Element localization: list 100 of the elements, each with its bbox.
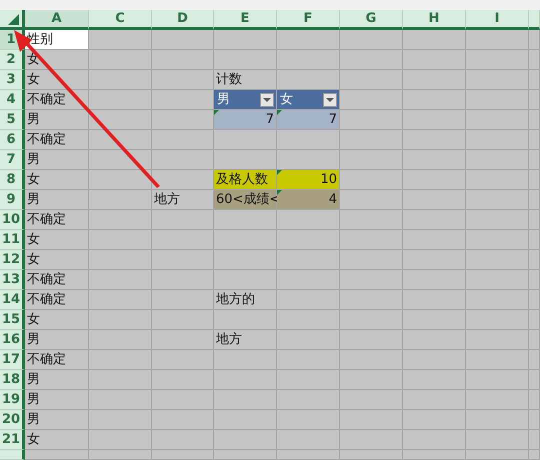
table-cell: 女 — [25, 250, 89, 270]
table-cell: 10 — [277, 170, 340, 190]
table-cell — [466, 430, 529, 450]
table-cell — [89, 390, 152, 410]
row-header[interactable]: 4 — [0, 90, 25, 110]
table-cell — [403, 230, 466, 250]
table-cell — [89, 90, 152, 110]
table-cell — [277, 410, 340, 430]
table-cell — [89, 210, 152, 230]
table-cell — [466, 230, 529, 250]
table-cell — [340, 130, 403, 150]
table-cell — [403, 330, 466, 350]
table-cell — [340, 250, 403, 270]
table-cell — [529, 350, 540, 370]
column-header[interactable]: F — [277, 10, 340, 30]
column-header[interactable] — [529, 10, 540, 30]
table-cell — [152, 50, 214, 70]
row-header[interactable]: 21 — [0, 430, 25, 450]
row-header[interactable]: 15 — [0, 310, 25, 330]
row-header[interactable]: 2 — [0, 50, 25, 70]
row-header[interactable]: 12 — [0, 250, 25, 270]
table-cell — [403, 350, 466, 370]
table-cell — [152, 390, 214, 410]
dropdown-button[interactable] — [323, 92, 337, 106]
column-header[interactable]: I — [466, 10, 529, 30]
row-header[interactable] — [0, 450, 25, 460]
column-header[interactable]: C — [89, 10, 152, 30]
table-cell — [89, 370, 152, 390]
row-header[interactable]: 7 — [0, 150, 25, 170]
table-cell — [529, 410, 540, 430]
row-header[interactable]: 19 — [0, 390, 25, 410]
row-header[interactable]: 11 — [0, 230, 25, 250]
table-cell — [466, 170, 529, 190]
table-cell — [89, 270, 152, 290]
row-header[interactable]: 9 — [0, 190, 25, 210]
table-cell — [214, 250, 277, 270]
table-cell — [89, 50, 152, 70]
table-cell — [529, 150, 540, 170]
table-cell — [529, 310, 540, 330]
table-cell — [152, 130, 214, 150]
table-cell — [529, 270, 540, 290]
row-header[interactable]: 5 — [0, 110, 25, 130]
table-cell — [403, 70, 466, 90]
row-header[interactable]: 10 — [0, 210, 25, 230]
row-header[interactable]: 17 — [0, 350, 25, 370]
table-cell — [89, 190, 152, 210]
column-header[interactable]: A — [25, 10, 89, 30]
row-header[interactable]: 6 — [0, 130, 25, 150]
row-header[interactable]: 18 — [0, 370, 25, 390]
table-cell — [403, 30, 466, 50]
table-cell: 女 — [25, 430, 89, 450]
column-header[interactable]: E — [214, 10, 277, 30]
column-header[interactable]: D — [152, 10, 214, 30]
table-cell — [466, 110, 529, 130]
table-cell — [277, 290, 340, 310]
table-cell — [277, 50, 340, 70]
table-cell: 男 — [25, 150, 89, 170]
table-cell — [340, 450, 403, 460]
table-cell — [529, 230, 540, 250]
table-cell — [152, 330, 214, 350]
table-cell — [466, 270, 529, 290]
table-cell — [89, 250, 152, 270]
table-cell — [89, 310, 152, 330]
table-cell — [529, 190, 540, 210]
row-header[interactable]: 16 — [0, 330, 25, 350]
table-cell — [89, 30, 152, 50]
table-cell — [529, 330, 540, 350]
table-cell — [529, 290, 540, 310]
dropdown-button[interactable] — [260, 92, 274, 106]
table-cell — [340, 70, 403, 90]
table-cell: 女 — [25, 170, 89, 190]
table-cell — [277, 230, 340, 250]
table-cell: 不确定 — [25, 290, 89, 310]
table-cell — [214, 350, 277, 370]
row-header[interactable]: 3 — [0, 70, 25, 90]
table-cell — [403, 90, 466, 110]
table-cell — [277, 330, 340, 350]
row-header[interactable]: 8 — [0, 170, 25, 190]
table-cell — [403, 410, 466, 430]
table-cell — [529, 90, 540, 110]
table-cell — [529, 370, 540, 390]
row-header[interactable]: 14 — [0, 290, 25, 310]
table-cell — [214, 230, 277, 250]
column-header[interactable]: G — [340, 10, 403, 30]
table-cell — [529, 390, 540, 410]
row-header[interactable]: 20 — [0, 410, 25, 430]
table-cell — [214, 430, 277, 450]
table-cell: 7 — [214, 110, 277, 130]
table-cell — [152, 430, 214, 450]
row-header[interactable]: 13 — [0, 270, 25, 290]
table-cell: 及格人数 — [214, 170, 277, 190]
column-header[interactable]: H — [403, 10, 466, 30]
table-cell — [403, 170, 466, 190]
table-cell — [340, 190, 403, 210]
table-cell — [340, 30, 403, 50]
table-cell — [340, 350, 403, 370]
table-cell: 男 — [25, 410, 89, 430]
table-cell: 女 — [25, 230, 89, 250]
table-cell — [403, 210, 466, 230]
table-cell — [89, 290, 152, 310]
